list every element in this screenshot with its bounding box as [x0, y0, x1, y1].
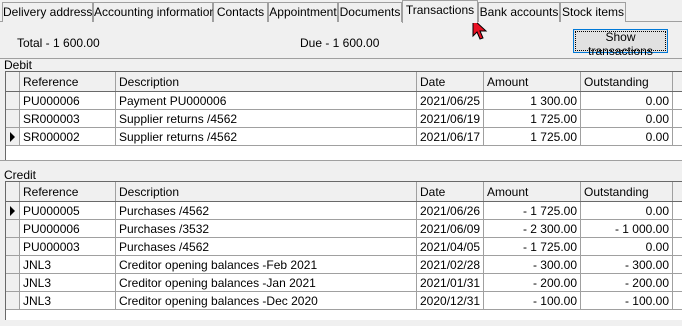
- tab-bar: Delivery address Accounting information …: [0, 0, 682, 23]
- row-indicator-header: [6, 72, 20, 91]
- cell-outstanding[interactable]: 0.00: [581, 92, 673, 109]
- cell-reference[interactable]: PU000006: [20, 92, 116, 109]
- cell-reference[interactable]: PU000005: [20, 202, 116, 219]
- row-indicator[interactable]: [6, 292, 20, 309]
- cell-amount[interactable]: 1 725.00: [484, 128, 581, 145]
- cell-amount[interactable]: - 300.00: [484, 256, 581, 273]
- debit-row[interactable]: SR000003 Supplier returns /4562 2021/06/…: [6, 110, 682, 128]
- cell-outstanding[interactable]: - 300.00: [581, 256, 673, 273]
- credit-header-row: Reference Description Date Amount Outsta…: [6, 182, 682, 202]
- cell-date[interactable]: 2021/02/28: [417, 256, 484, 273]
- cell-outstanding[interactable]: 0.00: [581, 128, 673, 145]
- debit-row[interactable]: SR000002 Supplier returns /4562 2021/06/…: [6, 128, 682, 146]
- row-indicator-arrow-icon: [10, 132, 15, 142]
- row-indicator[interactable]: [6, 274, 20, 291]
- cell-reference[interactable]: JNL3: [20, 256, 116, 273]
- cell-outstanding[interactable]: - 100.00: [581, 292, 673, 309]
- credit-grid-empty-area: [6, 310, 682, 320]
- cell-amount[interactable]: - 2 300.00: [484, 220, 581, 237]
- tab-transactions[interactable]: Transactions: [402, 0, 478, 23]
- due-label: Due - 1 600.00: [300, 36, 380, 50]
- row-indicator[interactable]: [6, 92, 20, 109]
- column-header-reference[interactable]: Reference: [20, 72, 116, 91]
- cell-reference[interactable]: PU000003: [20, 238, 116, 255]
- cell-description[interactable]: Creditor opening balances -Dec 2020: [116, 292, 417, 309]
- credit-row[interactable]: JNL3 Creditor opening balances -Jan 2021…: [6, 274, 682, 292]
- credit-row[interactable]: JNL3 Creditor opening balances -Feb 2021…: [6, 256, 682, 274]
- cell-amount[interactable]: 1 725.00: [484, 110, 581, 127]
- cell-outstanding[interactable]: 0.00: [581, 110, 673, 127]
- column-header-outstanding[interactable]: Outstanding: [581, 182, 673, 201]
- cell-reference[interactable]: SR000002: [20, 128, 116, 145]
- row-indicator-arrow-icon: [10, 206, 15, 216]
- cell-amount[interactable]: 1 300.00: [484, 92, 581, 109]
- cell-reference[interactable]: JNL3: [20, 274, 116, 291]
- cell-outstanding[interactable]: 0.00: [581, 202, 673, 219]
- row-indicator[interactable]: [6, 238, 20, 255]
- cell-description[interactable]: Supplier returns /4562: [116, 128, 417, 145]
- credit-row[interactable]: PU000006 Purchases /3532 2021/06/09 - 2 …: [6, 220, 682, 238]
- debit-divider: [0, 58, 682, 59]
- tab-documents[interactable]: Documents: [338, 2, 402, 22]
- credit-row[interactable]: PU000003 Purchases /4562 2021/04/05 - 1 …: [6, 238, 682, 256]
- cell-amount[interactable]: - 1 725.00: [484, 202, 581, 219]
- tab-appointment[interactable]: Appointment: [268, 2, 338, 22]
- cell-reference[interactable]: PU000006: [20, 220, 116, 237]
- cell-date[interactable]: 2021/06/25: [417, 92, 484, 109]
- cell-outstanding[interactable]: - 200.00: [581, 274, 673, 291]
- cell-amount[interactable]: - 100.00: [484, 292, 581, 309]
- cell-description[interactable]: Purchases /3532: [116, 220, 417, 237]
- column-header-reference[interactable]: Reference: [20, 182, 116, 201]
- show-transactions-button[interactable]: Show transactions: [573, 29, 668, 58]
- cell-date[interactable]: 2021/01/31: [417, 274, 484, 291]
- row-indicator[interactable]: [6, 110, 20, 127]
- row-indicator[interactable]: [6, 202, 20, 219]
- cell-date[interactable]: 2020/12/31: [417, 292, 484, 309]
- column-header-outstanding[interactable]: Outstanding: [581, 72, 673, 91]
- cell-description[interactable]: Supplier returns /4562: [116, 110, 417, 127]
- total-label: Total - 1 600.00: [17, 36, 100, 50]
- column-header-description[interactable]: Description: [116, 182, 417, 201]
- debit-grid[interactable]: Reference Description Date Amount Outsta…: [5, 71, 682, 160]
- credit-divider: [0, 160, 682, 161]
- cell-date[interactable]: 2021/06/19: [417, 110, 484, 127]
- credit-row[interactable]: JNL3 Creditor opening balances -Dec 2020…: [6, 292, 682, 310]
- cell-outstanding[interactable]: - 1 000.00: [581, 220, 673, 237]
- debit-row[interactable]: PU000006 Payment PU000006 2021/06/25 1 3…: [6, 92, 682, 110]
- cell-amount[interactable]: - 200.00: [484, 274, 581, 291]
- credit-section-label: Credit: [4, 168, 37, 182]
- cell-description[interactable]: Payment PU000006: [116, 92, 417, 109]
- cell-description[interactable]: Creditor opening balances -Jan 2021: [116, 274, 417, 291]
- tab-accounting-information[interactable]: Accounting information: [93, 2, 216, 22]
- cell-date[interactable]: 2021/04/05: [417, 238, 484, 255]
- cell-amount[interactable]: - 1 725.00: [484, 238, 581, 255]
- cell-reference[interactable]: JNL3: [20, 292, 116, 309]
- debit-section-label: Debit: [4, 58, 33, 72]
- cell-reference[interactable]: SR000003: [20, 110, 116, 127]
- row-indicator[interactable]: [6, 220, 20, 237]
- tab-stock-items[interactable]: Stock items: [560, 2, 626, 22]
- cell-description[interactable]: Purchases /4562: [116, 238, 417, 255]
- column-header-date[interactable]: Date: [417, 182, 484, 201]
- cell-outstanding[interactable]: 0.00: [581, 238, 673, 255]
- credit-grid[interactable]: Reference Description Date Amount Outsta…: [5, 181, 682, 320]
- column-header-amount[interactable]: Amount: [484, 72, 581, 91]
- cell-date[interactable]: 2021/06/09: [417, 220, 484, 237]
- cell-date[interactable]: 2021/06/17: [417, 128, 484, 145]
- column-header-description[interactable]: Description: [116, 72, 417, 91]
- row-indicator-header: [6, 182, 20, 201]
- debit-grid-empty-area: [6, 146, 682, 160]
- column-header-date[interactable]: Date: [417, 72, 484, 91]
- row-indicator[interactable]: [6, 256, 20, 273]
- cell-description[interactable]: Creditor opening balances -Feb 2021: [116, 256, 417, 273]
- debit-header-row: Reference Description Date Amount Outsta…: [6, 72, 682, 92]
- row-indicator[interactable]: [6, 128, 20, 145]
- cell-date[interactable]: 2021/06/26: [417, 202, 484, 219]
- cell-description[interactable]: Purchases /4562: [116, 202, 417, 219]
- credit-row[interactable]: PU000005 Purchases /4562 2021/06/26 - 1 …: [6, 202, 682, 220]
- tab-contacts[interactable]: Contacts: [213, 2, 268, 22]
- tab-delivery-address[interactable]: Delivery address: [2, 2, 93, 22]
- column-header-amount[interactable]: Amount: [484, 182, 581, 201]
